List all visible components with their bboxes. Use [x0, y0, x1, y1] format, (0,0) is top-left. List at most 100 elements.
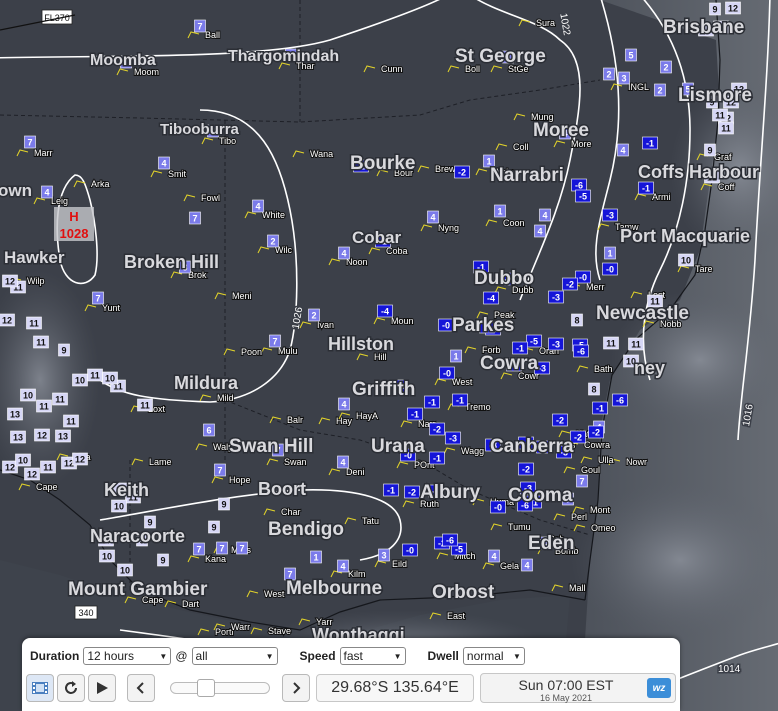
town-label: St George [455, 46, 546, 67]
station-name: Graf [714, 152, 732, 162]
station-name: Cowra [584, 440, 610, 450]
chevron-down-icon: ▼ [393, 651, 402, 661]
station-name: Tare [695, 264, 713, 274]
observation-value: 9 [61, 346, 66, 356]
station-name: Coon [503, 218, 525, 228]
play-button[interactable] [88, 674, 116, 702]
town-label: Moree [533, 120, 589, 141]
observation-value: 7 [219, 544, 224, 554]
control-panel: Duration 12 hours ▼ @ all ▼ Speed fast ▼… [22, 638, 680, 711]
station-name: Coll [513, 142, 529, 152]
station-name: Arka [91, 179, 110, 189]
observation-value: -2 [408, 488, 416, 498]
town-label: Bourke [350, 153, 415, 174]
speed-value: fast [343, 649, 363, 663]
observation-value: 10 [18, 456, 28, 466]
station-name: Mild [217, 393, 234, 403]
station-name: Armi [652, 192, 671, 202]
observation-value: 11 [631, 340, 641, 350]
town-label: ney [634, 358, 665, 378]
observation-value: 4 [430, 213, 435, 223]
station-name: Eild [392, 559, 407, 569]
film-strip-icon [32, 682, 48, 694]
station-name: Tatu [362, 516, 379, 526]
station-name: Gela [500, 561, 519, 571]
town-label: Eden [528, 533, 574, 554]
observation-value: 12 [5, 277, 15, 287]
observation-value: 1 [453, 352, 458, 362]
station-name: White [262, 210, 285, 220]
observation-value: 11 [55, 395, 65, 405]
observation-value: 3 [381, 551, 386, 561]
observation-value: -0 [443, 369, 451, 379]
observation-value: 13 [58, 432, 68, 442]
observation-value: 4 [341, 249, 346, 259]
film-strip-button[interactable] [26, 674, 54, 702]
play-icon [97, 682, 108, 694]
observation-value: 4 [491, 552, 496, 562]
observation-value: 11 [36, 338, 46, 348]
station-name: Goul [581, 465, 600, 475]
town-label: Broken Hill [124, 252, 219, 272]
observation-value: 4 [44, 188, 49, 198]
speed-select[interactable]: fast ▼ [339, 647, 406, 665]
town-label: Griffith [352, 379, 415, 400]
observation-value: -6 [575, 181, 583, 191]
time-display: Sun 07:00 EST 16 May 2021 wz [480, 673, 676, 703]
step-forward-icon [293, 682, 301, 694]
weather-map[interactable]: 1022 1026 1016 1014 FL370 340 H 1028 Bal… [0, 0, 778, 711]
speed-label: Speed [299, 649, 336, 663]
observation-value: 11 [39, 402, 49, 412]
observation-value: 2 [606, 70, 611, 80]
observation-value: 10 [105, 374, 115, 384]
observation-value: 11 [606, 339, 616, 349]
time-main: Sun 07:00 EST [518, 677, 614, 693]
observation-value: 2 [663, 63, 668, 73]
station-name: Mont [590, 505, 611, 515]
high-pressure-value: 1028 [60, 226, 89, 241]
station-name: Sura [536, 18, 555, 28]
station-name: Lame [149, 457, 172, 467]
observation-value: 2 [270, 237, 275, 247]
refresh-icon [65, 681, 77, 694]
observation-value: -6 [616, 396, 624, 406]
station-name: Perl [571, 512, 587, 522]
observation-value: 13 [13, 433, 23, 443]
observation-value: -3 [606, 211, 614, 221]
filter-value: all [195, 649, 208, 663]
time-slider-knob[interactable] [197, 679, 215, 697]
town-label: Port Macquarie [620, 226, 750, 246]
town-label: Mount Gambier [68, 579, 208, 600]
observation-value: -2 [433, 425, 441, 435]
weatherzone-logo[interactable]: wz [647, 678, 671, 698]
observation-value: 7 [579, 477, 584, 487]
observation-value: 7 [272, 337, 277, 347]
refresh-button[interactable] [57, 674, 85, 702]
station-name: Poon [241, 347, 262, 357]
step-back-button[interactable] [127, 674, 155, 702]
dwell-select[interactable]: normal ▼ [462, 647, 525, 665]
time-date: 16 May 2021 [539, 693, 593, 703]
filter-select[interactable]: all ▼ [191, 647, 278, 665]
station-name: Moun [391, 316, 414, 326]
station-name: Cape [36, 482, 58, 492]
step-forward-button[interactable] [282, 674, 310, 702]
station-name: Leig [51, 196, 68, 206]
observation-value: 10 [23, 391, 33, 401]
town-label: Hillston [328, 334, 394, 354]
station-name: Deni [346, 467, 365, 477]
observation-value: -2 [574, 433, 582, 443]
town-label: Cobar [352, 228, 402, 247]
observation-value: 10 [681, 256, 691, 266]
town-label: Naracoorte [90, 526, 185, 546]
duration-select[interactable]: 12 hours ▼ [83, 647, 172, 665]
observation-value: 4 [537, 227, 542, 237]
town-label: Cooma [508, 485, 573, 506]
town-label: Brisbane [663, 17, 744, 38]
observation-value: -5 [530, 337, 538, 347]
station-name: Bath [594, 364, 613, 374]
time-slider[interactable] [170, 679, 270, 697]
observation-value: 11 [715, 111, 725, 121]
observation-value: 12 [37, 431, 47, 441]
station-name: HayA [356, 411, 378, 421]
